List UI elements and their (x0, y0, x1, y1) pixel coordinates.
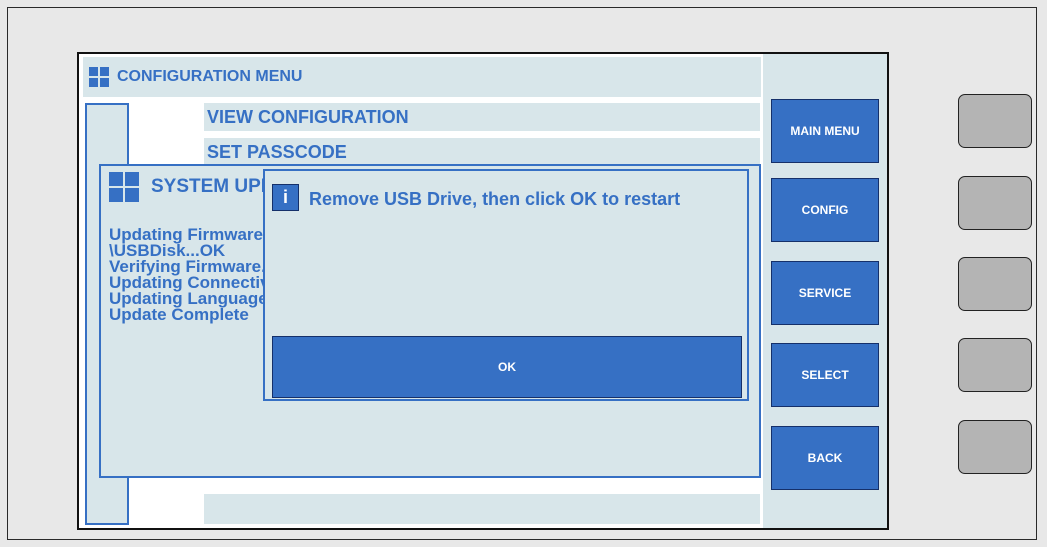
display-screen: CONFIGURATION MENU VIEW CONFIGURATION SE… (77, 52, 889, 530)
config-menu-title: CONFIGURATION MENU (117, 68, 303, 85)
hardware-softkey-3[interactable] (958, 257, 1032, 311)
config-menu-title-bar: CONFIGURATION MENU (83, 57, 761, 97)
config-button[interactable]: CONFIG (771, 178, 879, 242)
menu-item-empty (204, 494, 760, 524)
restart-message: Remove USB Drive, then click OK to resta… (309, 189, 681, 209)
menu-item-view-configuration[interactable]: VIEW CONFIGURATION (204, 103, 760, 131)
side-menu: MAIN MENU CONFIG SERVICE SELECT BACK (763, 54, 887, 528)
windows-icon (89, 67, 109, 87)
windows-icon (109, 172, 139, 202)
main-menu-button[interactable]: MAIN MENU (771, 99, 879, 163)
hardware-softkey-2[interactable] (958, 176, 1032, 230)
select-button[interactable]: SELECT (771, 343, 879, 407)
menu-item-set-passcode[interactable]: SET PASSCODE (204, 138, 760, 166)
restart-message-dialog: i Remove USB Drive, then click OK to res… (263, 169, 749, 401)
device-bezel: CONFIGURATION MENU VIEW CONFIGURATION SE… (7, 7, 1037, 540)
hardware-softkey-4[interactable] (958, 338, 1032, 392)
back-button[interactable]: BACK (771, 426, 879, 490)
service-button[interactable]: SERVICE (771, 261, 879, 325)
ok-button[interactable]: OK (272, 336, 742, 398)
hardware-softkey-5[interactable] (958, 420, 1032, 474)
info-icon: i (272, 184, 299, 211)
hardware-softkey-1[interactable] (958, 94, 1032, 148)
